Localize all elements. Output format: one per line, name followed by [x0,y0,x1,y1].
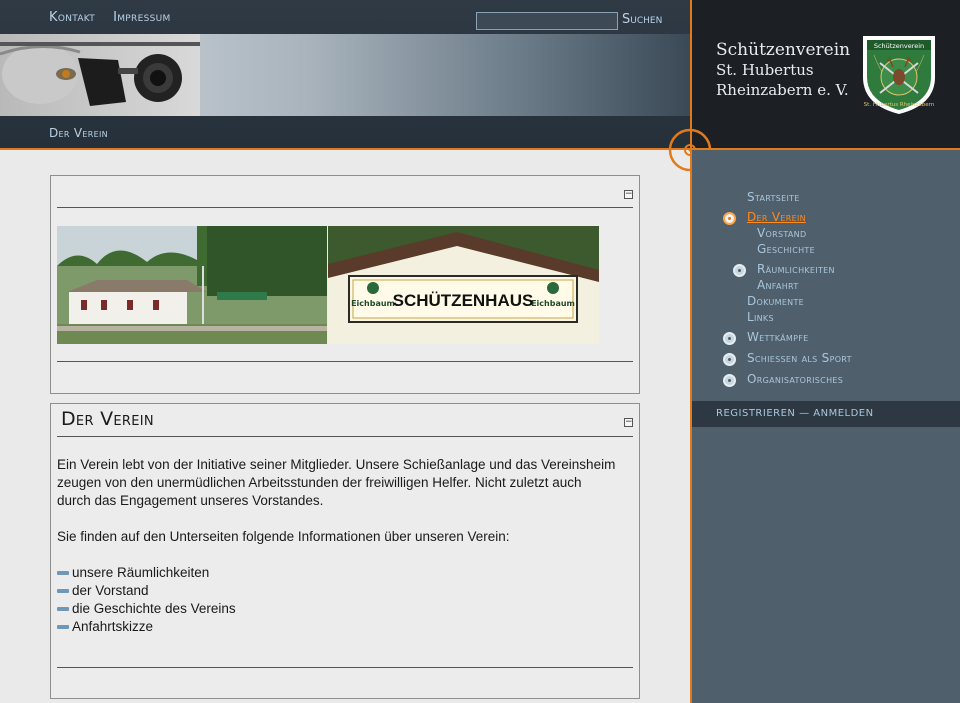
club-name-line2: St. Hubertus [716,61,814,79]
collapse-icon[interactable]: − [624,190,633,199]
club-name: Schützenverein St. Hubertus Rheinzabern … [716,40,850,100]
sidebar-item[interactable]: Anfahrt [722,278,952,294]
radio-bullet-icon [723,212,736,225]
sidebar-item-label[interactable]: Vorstand [757,226,806,240]
sidebar-item[interactable]: Schiessen als Sport [722,351,952,367]
sidebar-item[interactable]: Wettkämpfe [722,330,952,346]
sidebar-item-label[interactable]: Dokumente [747,294,804,308]
club-name-line1: Schützenverein [716,40,851,60]
list-item: unsere Räumlichkeiten [57,564,617,582]
sidebar-item-label[interactable]: Startseite [747,190,800,204]
register-link[interactable]: REGISTRIEREN [716,408,795,419]
sidebar-item[interactable]: Geschichte [722,242,952,258]
article-paragraph: Sie finden auf den Unterseiten folgende … [57,529,510,544]
top-navigation: Kontakt Impressum [49,10,171,25]
sign-text: SCHÜTZENHAUS [393,291,534,310]
account-separator: — [799,408,810,419]
marksman-banner-image [0,34,200,116]
module-divider [57,667,633,668]
sidebar-item-label[interactable]: Wettkämpfe [747,330,809,344]
login-link[interactable]: ANMELDEN [813,408,873,419]
sidebar-item[interactable]: Dokumente [722,294,952,310]
radio-bullet-icon [723,332,736,345]
header: Kontakt Impressum Suchen Der Verein Schü… [0,0,960,150]
radio-bullet-icon [723,353,736,366]
sidebar: Startseite Der Verein Vorstand Geschichte Rä… [690,150,960,703]
article-link-list: unsere Räumlichkeiten der Vorstand die G… [57,564,617,636]
article-paragraph: Ein Verein lebt von der Initiative seine… [57,457,616,508]
clubhouse-photo: Eichbaum Eichbaum SCHÜTZENHAUS [57,226,599,344]
module-divider [57,207,633,208]
sidebar-item-label[interactable]: Organisatorisches [747,372,843,386]
board-link[interactable]: der Vorstand [72,583,149,598]
sidebar-item[interactable]: Der Verein [722,210,952,226]
header-main: Kontakt Impressum Suchen Der Verein [0,0,690,150]
sidebar-item-label[interactable]: Der Verein [747,210,806,224]
module-divider [57,361,633,362]
sidebar-item-label[interactable]: Anfahrt [757,278,799,292]
collapse-icon[interactable]: − [624,418,633,427]
image-module: − Eichbaum Eichbaum SCHÜTZENHAUS [50,175,640,394]
history-link[interactable]: die Geschichte des Vereins [72,601,236,616]
header-banner [0,34,690,116]
account-bar: REGISTRIEREN — ANMELDEN [692,401,960,427]
radio-bullet-icon [723,374,736,387]
article-title: Der Verein [61,408,154,430]
sidebar-item[interactable]: Startseite [722,190,952,206]
brand-right-text: Eichbaum [531,299,575,308]
sidebar-item-label[interactable]: Schiessen als Sport [747,351,852,365]
list-item: der Vorstand [57,582,617,600]
module-divider [57,436,633,437]
sidebar-item[interactable]: Organisatorisches [722,372,952,388]
imprint-link[interactable]: Impressum [113,10,170,25]
svg-text:St. Hubertus Rheinzabern: St. Hubertus Rheinzabern [864,102,935,108]
sidebar-item-label[interactable]: Links [747,310,774,324]
radio-bullet-icon [733,264,746,277]
article-body: Ein Verein lebt von der Initiative seine… [57,456,617,636]
club-header: Schützenverein St. Hubertus Rheinzabern … [690,0,960,150]
sidebar-item[interactable]: Links [722,310,952,326]
sidebar-item-label[interactable]: Geschichte [757,242,815,256]
svg-text:Schützenverein: Schützenverein [874,42,924,50]
article-module: Der Verein − Ein Verein lebt von der Ini… [50,403,640,699]
directions-link[interactable]: Anfahrtskizze [72,619,153,634]
search-input[interactable] [476,12,618,30]
search-button[interactable]: Suchen [622,12,662,27]
rooms-link[interactable]: unsere Räumlichkeiten [72,565,209,580]
sidebar-item[interactable]: Vorstand [722,226,952,242]
sidebar-item-label[interactable]: Räumlichkeiten [757,262,835,276]
brand-left-text: Eichbaum [351,299,395,308]
contact-link[interactable]: Kontakt [49,10,95,25]
list-item: die Geschichte des Vereins [57,600,617,618]
list-item: Anfahrtskizze [57,618,617,636]
sidebar-item[interactable]: Räumlichkeiten [722,262,952,278]
club-name-line3: Rheinzabern e. V. [716,81,849,99]
club-crest-logo: Schützenverein St. Hubertus Rheinzabern [863,36,935,114]
breadcrumb: Der Verein [49,126,108,140]
